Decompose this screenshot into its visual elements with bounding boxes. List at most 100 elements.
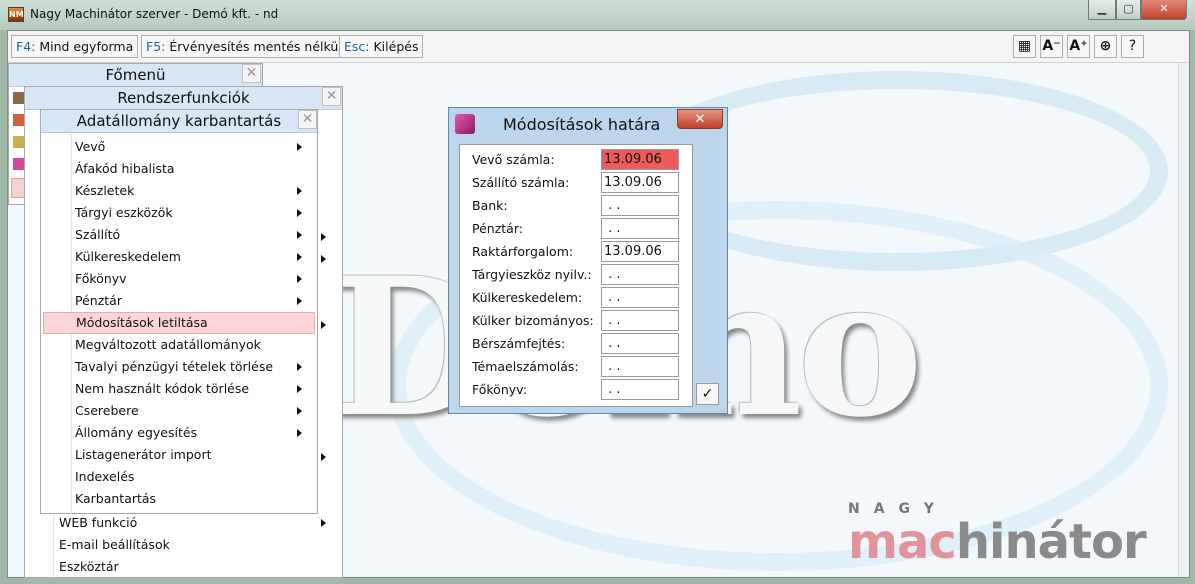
ok-button[interactable]: ✓ — [696, 383, 719, 405]
button-label: Kilépés — [373, 39, 419, 54]
field-label: Vevő számla: — [472, 152, 555, 167]
menu-item[interactable]: Indexelés — [43, 466, 315, 488]
menu-item[interactable]: Módosítások letiltása — [43, 312, 315, 334]
rendszer-close-button[interactable]: ✕ — [322, 87, 341, 106]
date-input[interactable]: . . — [601, 264, 679, 285]
submenu-arrow-icon — [321, 453, 326, 461]
date-input[interactable]: . . — [601, 310, 679, 331]
fomenu-title: Főmenü — [9, 64, 262, 87]
submenu-arrow-icon — [297, 363, 302, 371]
submenu-arrow-icon — [297, 231, 302, 239]
date-input[interactable]: . . — [601, 379, 679, 400]
menu-item-label: Indexelés — [75, 469, 135, 484]
field-label: Szállító számla: — [472, 175, 570, 190]
menu-item[interactable]: Állomány egyesítés — [43, 422, 315, 444]
shortcut-key: Esc: — [344, 39, 370, 54]
menu-item[interactable]: Tavalyi pénzügyi tételek törlése — [43, 356, 315, 378]
menu-item-label: Listagenerátor import — [75, 447, 212, 462]
date-input[interactable]: . . — [601, 333, 679, 354]
minimize-button[interactable]: ▁ — [1088, 0, 1116, 20]
field-label: Raktárforgalom: — [472, 244, 574, 259]
menu-item-eszkoztar[interactable]: Eszköztár — [59, 556, 119, 578]
submenu-arrow-icon — [297, 429, 302, 437]
field-label: Témaelszámolás: — [472, 359, 579, 374]
menu-item-label: Tárgyi eszközök — [75, 205, 173, 220]
logo-part1: mac — [848, 514, 957, 570]
submenu-arrow-icon — [321, 519, 326, 527]
submenu-arrow-icon — [297, 385, 302, 393]
ervenyesites-button[interactable]: F5: Érvényesítés mentés nélkül — [141, 35, 347, 58]
dialog-close-button[interactable]: ✕ — [677, 109, 723, 129]
menu-item-label: Nem használt kódok törlése — [75, 381, 250, 396]
menu-item-label: Karbantartás — [75, 491, 157, 506]
maximize-button[interactable]: ▢ — [1116, 0, 1141, 20]
menu-item-web-funkcio[interactable]: WEB funkció — [59, 512, 339, 534]
submenu-arrow-icon — [297, 187, 302, 195]
menu-item[interactable]: Cserebere — [43, 400, 315, 422]
date-input[interactable]: . . — [601, 287, 679, 308]
menu-item[interactable]: Áfakód hibalista — [43, 158, 315, 180]
menu-item[interactable]: Listagenerátor import — [43, 444, 315, 466]
field-label: Főkönyv: — [472, 382, 528, 397]
mind-egyforma-button[interactable]: F4: Mind egyforma — [11, 35, 139, 58]
menu-item-label: Áfakód hibalista — [75, 161, 175, 176]
kilepes-button[interactable]: Esc: Kilépés — [339, 35, 424, 58]
menu-item[interactable]: Karbantartás — [43, 488, 315, 510]
toolbar: F4: Mind egyforma F5: Érvényesítés menté… — [8, 31, 1189, 63]
font-decrease-icon[interactable]: A⁻ — [1040, 35, 1063, 58]
vertical-scrollbar[interactable] — [1178, 63, 1189, 577]
fomenu-close-button[interactable]: ✕ — [242, 64, 261, 83]
field-label: Bank: — [472, 198, 508, 213]
date-input[interactable]: . . — [601, 218, 679, 239]
field-label: Bérszámfejtés: — [472, 336, 566, 351]
menu-item-label: WEB funkció — [59, 515, 138, 530]
adat-panel: Adatállomány karbantartás Vevő Áfakód hib… — [40, 109, 318, 514]
modositasok-hatara-dialog: Módosítások határa ✕ Vevő számla: 13.09.0… — [448, 107, 728, 414]
menu-item[interactable]: Pénztár — [43, 290, 315, 312]
grid-icon[interactable]: ▦ — [1013, 35, 1036, 58]
menu-item[interactable]: Szállító — [43, 224, 315, 246]
submenu-arrow-icon — [297, 253, 302, 261]
menu-item-label: Külkereskedelem — [75, 249, 181, 264]
menu-item-label: Megváltozott adatállományok — [75, 337, 261, 352]
menu-item-label: Pénztár — [75, 293, 122, 308]
menu-item[interactable]: Megváltozott adatállományok — [43, 334, 315, 356]
field-label: Tárgyieszköz nyilv.: — [472, 267, 592, 282]
adat-close-button[interactable]: ✕ — [298, 110, 317, 129]
submenu-arrow-icon — [321, 255, 326, 263]
menu-item-label: Vevő — [75, 139, 106, 154]
font-increase-icon[interactable]: A⁺ — [1067, 35, 1090, 58]
date-input[interactable]: . . — [601, 195, 679, 216]
app-icon: NM — [8, 7, 24, 22]
menu-item[interactable]: Vevő — [43, 136, 315, 158]
shortcut-key: F4: — [16, 39, 36, 54]
menu-item[interactable]: Tárgyi eszközök — [43, 202, 315, 224]
submenu-arrow-icon — [297, 297, 302, 305]
date-input[interactable]: 13.09.06 — [601, 241, 679, 262]
menu-item[interactable]: Külkereskedelem — [43, 246, 315, 268]
menu-item-label: Tavalyi pénzügyi tételek törlése — [75, 359, 274, 374]
menu-item[interactable]: Nem használt kódok törlése — [43, 378, 315, 400]
date-input[interactable]: . . — [601, 356, 679, 377]
submenu-arrow-icon — [297, 407, 302, 415]
adat-title: Adatállomány karbantartás — [41, 110, 317, 133]
menu-item-email[interactable]: E-mail beállítások — [59, 534, 170, 556]
date-input[interactable]: 13.09.06 — [601, 172, 679, 193]
menu-item[interactable]: Készletek — [43, 180, 315, 202]
navigate-icon[interactable]: ⊕ — [1094, 35, 1117, 58]
submenu-arrow-icon — [297, 275, 302, 283]
date-input[interactable]: 13.09.06 — [601, 149, 679, 170]
menu-item-label: Cserebere — [75, 403, 139, 418]
menu-item-label: Főkönyv — [75, 271, 127, 286]
menu-item[interactable]: Főkönyv — [43, 268, 315, 290]
logo-part2: hinátor — [955, 514, 1147, 570]
field-label: Pénztár: — [472, 221, 523, 236]
close-button[interactable]: ✕ — [1141, 0, 1187, 20]
menu-item-label: Szállító — [75, 227, 121, 242]
window-title: Nagy Machinátor szerver - Demó kft. - nd — [30, 7, 279, 21]
button-label: Mind egyforma — [39, 39, 134, 54]
dialog-form: Vevő számla: 13.09.06 Szállító számla: 13.0… — [459, 144, 693, 407]
shortcut-key: F5: — [146, 39, 166, 54]
help-icon[interactable]: ? — [1121, 35, 1144, 58]
submenu-arrow-icon — [321, 321, 326, 329]
